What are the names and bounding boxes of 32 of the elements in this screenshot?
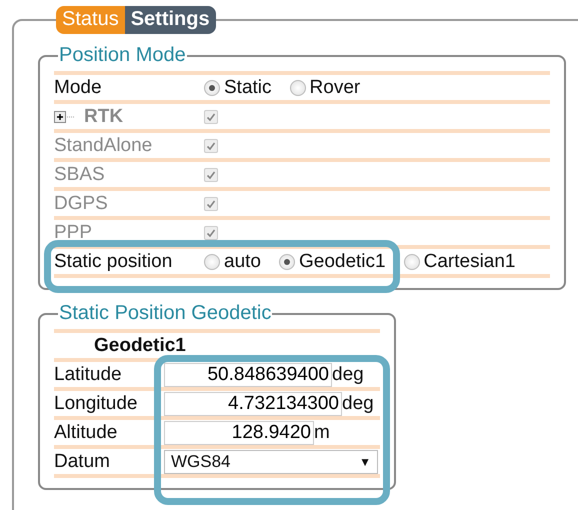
unit-label: deg [342, 392, 374, 414]
number-field[interactable]: 50.848639400 [164, 362, 332, 386]
number-field[interactable]: 128.9420 [164, 420, 314, 444]
row-label: PPP [54, 222, 92, 244]
radio-button[interactable] [204, 254, 220, 270]
row-label: Mode [54, 76, 102, 98]
option-label: Static [224, 76, 272, 98]
unit-label: deg [332, 364, 364, 386]
option-label: Geodetic1 [298, 250, 386, 272]
unit-label: m [314, 422, 330, 444]
row-label: RTK [84, 106, 124, 128]
field-label: Longitude [54, 392, 138, 414]
radio-button[interactable] [204, 80, 220, 96]
section-title: Position Mode [58, 44, 187, 67]
radio-button[interactable] [278, 254, 295, 270]
row-label: StandAlone [54, 134, 152, 156]
row-label: DGPS [54, 192, 108, 214]
number-field[interactable]: 4.732134300 [164, 392, 342, 416]
option-label: auto [224, 250, 261, 272]
option-label: Rover [310, 76, 360, 98]
field-label: Altitude [54, 422, 118, 444]
field-label: Latitude [54, 364, 122, 386]
row-label: SBAS [54, 164, 105, 186]
radio-button[interactable] [404, 254, 420, 270]
radio-button[interactable] [290, 80, 306, 96]
section-title: Static Position Geodetic [58, 302, 272, 325]
option-label: Cartesian1 [424, 250, 516, 272]
row-label: Static position [54, 250, 172, 272]
tab[interactable]: Settings [124, 6, 216, 34]
field-label: Datum [54, 450, 110, 472]
datum-dropdown[interactable]: WGS84 ▼ [164, 450, 378, 474]
column-heading: Geodetic1 [93, 334, 186, 356]
